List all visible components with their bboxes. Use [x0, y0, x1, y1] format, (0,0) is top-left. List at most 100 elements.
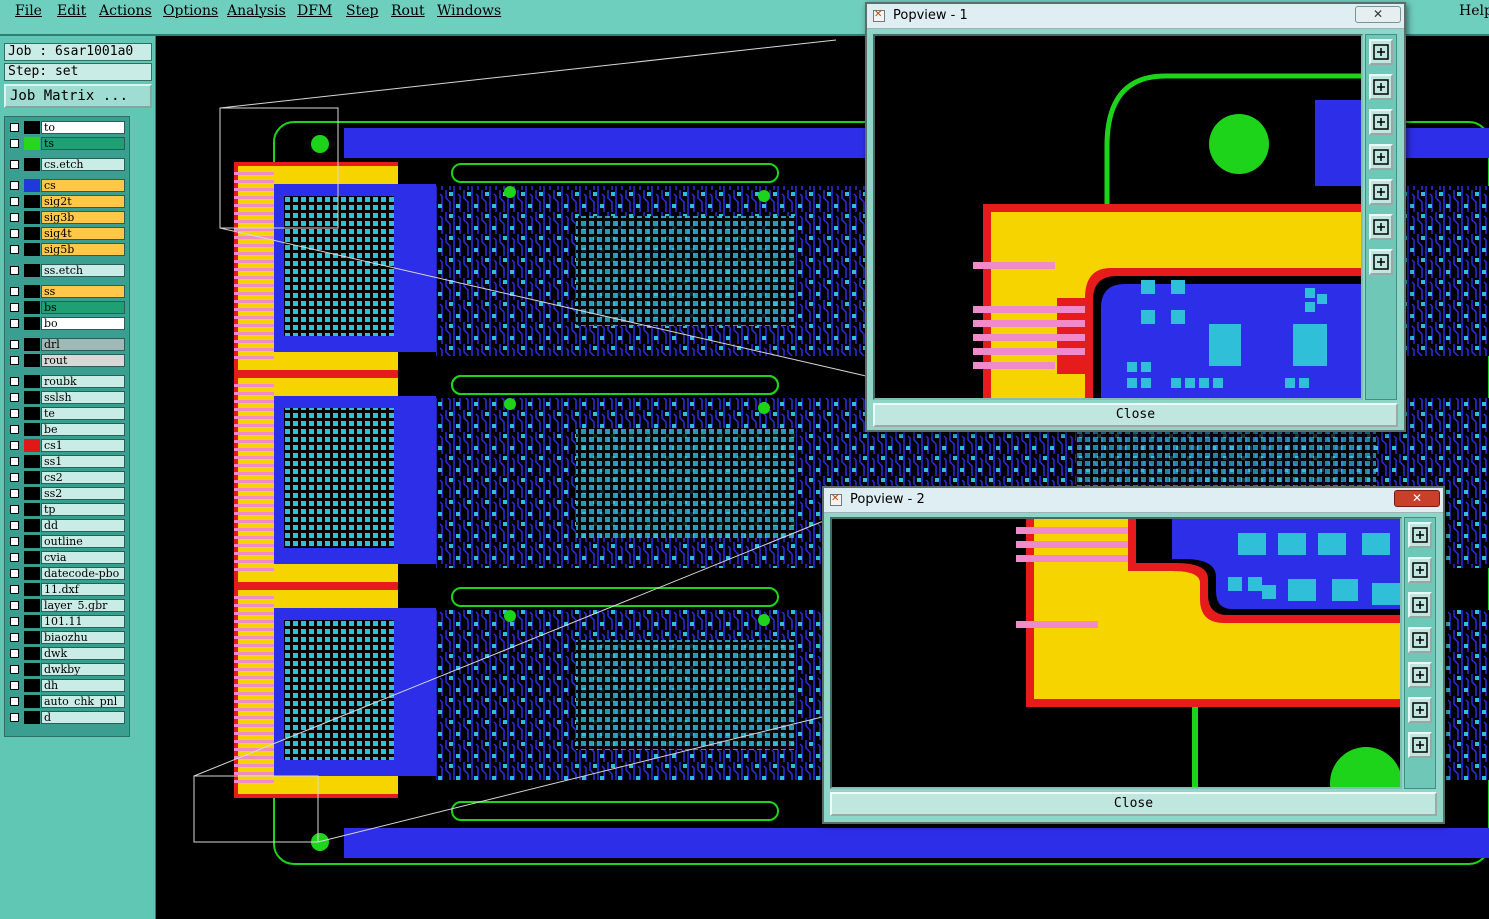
layer-row-datecode-pbo[interactable]: datecode-pbo [5, 566, 129, 581]
zoom-out-icon[interactable] [1408, 697, 1432, 723]
layer-color-swatch[interactable] [24, 487, 40, 500]
layer-color-swatch[interactable] [24, 423, 40, 436]
layer-row-dwkby[interactable]: dwkby [5, 662, 129, 677]
layer-row-11-dxf[interactable]: 11.dxf [5, 582, 129, 597]
pan-right-icon[interactable] [1369, 179, 1393, 205]
popview-1-close-button[interactable]: Close [873, 403, 1398, 427]
layer-name-label[interactable]: ss1 [41, 455, 125, 468]
layer-name-label[interactable]: dh [41, 679, 125, 692]
layer-name-label[interactable]: roubk [41, 375, 125, 388]
layer-name-label[interactable]: te [41, 407, 125, 420]
layer-name-label[interactable]: sig4t [41, 227, 125, 240]
layer-checkbox[interactable] [10, 585, 19, 594]
layer-color-swatch[interactable] [24, 631, 40, 644]
layer-checkbox[interactable] [10, 473, 19, 482]
layer-color-swatch[interactable] [24, 158, 40, 171]
layer-checkbox[interactable] [10, 213, 19, 222]
layer-color-swatch[interactable] [24, 695, 40, 708]
popview-1-titlebar[interactable]: Popview - 1 ✕ [867, 4, 1404, 29]
pan-down-icon[interactable] [1369, 109, 1393, 135]
layer-color-swatch[interactable] [24, 375, 40, 388]
layer-name-label[interactable]: ss2 [41, 487, 125, 500]
layer-color-swatch[interactable] [24, 711, 40, 724]
layer-name-label[interactable]: dwkby [41, 663, 125, 676]
layer-row-cs-etch[interactable]: cs.etch [5, 157, 129, 172]
layer-checkbox[interactable] [10, 409, 19, 418]
layer-name-label[interactable]: 101.11 [41, 615, 125, 628]
layer-checkbox[interactable] [10, 457, 19, 466]
layer-name-label[interactable]: datecode-pbo [41, 567, 125, 580]
layer-row-tp[interactable]: tp [5, 502, 129, 517]
layer-name-label[interactable]: cs [41, 179, 125, 192]
layer-row-ss[interactable]: ss [5, 284, 129, 299]
layer-color-swatch[interactable] [24, 264, 40, 277]
layer-row-biaozhu[interactable]: biaozhu [5, 630, 129, 645]
layer-color-swatch[interactable] [24, 285, 40, 298]
file-menu[interactable]: File [15, 3, 42, 19]
popview-1-view[interactable] [873, 34, 1363, 400]
layer-color-swatch[interactable] [24, 227, 40, 240]
layer-checkbox[interactable] [10, 245, 19, 254]
job-matrix-button[interactable]: Job Matrix ... [4, 84, 152, 108]
layer-row-dh[interactable]: dh [5, 678, 129, 693]
pan-up-icon[interactable] [1408, 557, 1432, 583]
popview-2-titlebar[interactable]: Popview - 2 ✕ [824, 488, 1443, 513]
layer-color-swatch[interactable] [24, 535, 40, 548]
layer-row-auto-chk-pnl[interactable]: auto_chk_pnl [5, 694, 129, 709]
fit-view-icon[interactable] [1369, 39, 1393, 65]
layer-color-swatch[interactable] [24, 301, 40, 314]
layer-name-label[interactable]: biaozhu [41, 631, 125, 644]
fit-view-icon[interactable] [1408, 522, 1432, 548]
layer-color-swatch[interactable] [24, 519, 40, 532]
layer-color-swatch[interactable] [24, 121, 40, 134]
layer-row-ts[interactable]: ts [5, 136, 129, 151]
layer-color-swatch[interactable] [24, 338, 40, 351]
options-menu[interactable]: Options [163, 3, 218, 19]
layer-color-swatch[interactable] [24, 391, 40, 404]
layer-row-rout[interactable]: rout [5, 353, 129, 368]
layer-name-label[interactable]: tp [41, 503, 125, 516]
layer-name-label[interactable]: ts [41, 137, 125, 150]
layer-row-bo[interactable]: bo [5, 316, 129, 331]
layer-checkbox[interactable] [10, 356, 19, 365]
layer-row-ss1[interactable]: ss1 [5, 454, 129, 469]
layer-color-swatch[interactable] [24, 317, 40, 330]
layer-name-label[interactable]: sig3b [41, 211, 125, 224]
layer-checkbox[interactable] [10, 266, 19, 275]
layer-color-swatch[interactable] [24, 407, 40, 420]
zoom-out-icon[interactable] [1369, 214, 1393, 240]
layer-name-label[interactable]: cvia [41, 551, 125, 564]
layer-name-label[interactable]: d [41, 711, 125, 724]
layer-row-bs[interactable]: bs [5, 300, 129, 315]
layer-name-label[interactable]: cs.etch [41, 158, 125, 171]
layer-row-sslsh[interactable]: sslsh [5, 390, 129, 405]
layer-row-dwk[interactable]: dwk [5, 646, 129, 661]
layer-color-swatch[interactable] [24, 439, 40, 452]
layer-color-swatch[interactable] [24, 137, 40, 150]
layer-checkbox[interactable] [10, 377, 19, 386]
layer-row-sig3b[interactable]: sig3b [5, 210, 129, 225]
layer-row-outline[interactable]: outline [5, 534, 129, 549]
popview-2-view[interactable] [830, 517, 1402, 789]
layer-checkbox[interactable] [10, 160, 19, 169]
layer-color-swatch[interactable] [24, 615, 40, 628]
layer-row-ss2[interactable]: ss2 [5, 486, 129, 501]
layer-color-swatch[interactable] [24, 583, 40, 596]
layer-color-swatch[interactable] [24, 551, 40, 564]
layer-checkbox[interactable] [10, 319, 19, 328]
layer-name-label[interactable]: ss.etch [41, 264, 125, 277]
layer-color-swatch[interactable] [24, 647, 40, 660]
layer-checkbox[interactable] [10, 489, 19, 498]
layer-row-cs2[interactable]: cs2 [5, 470, 129, 485]
zoom-in-icon[interactable] [1408, 732, 1432, 758]
layer-checkbox[interactable] [10, 123, 19, 132]
layer-checkbox[interactable] [10, 713, 19, 722]
layer-row-layer-5-gbr[interactable]: layer_5.gbr [5, 598, 129, 613]
layer-row-te[interactable]: te [5, 406, 129, 421]
popview-2-close-icon[interactable]: ✕ [1394, 490, 1440, 507]
layer-color-swatch[interactable] [24, 195, 40, 208]
layer-checkbox[interactable] [10, 505, 19, 514]
layer-checkbox[interactable] [10, 633, 19, 642]
layer-name-label[interactable]: cs2 [41, 471, 125, 484]
layer-row-sig2t[interactable]: sig2t [5, 194, 129, 209]
